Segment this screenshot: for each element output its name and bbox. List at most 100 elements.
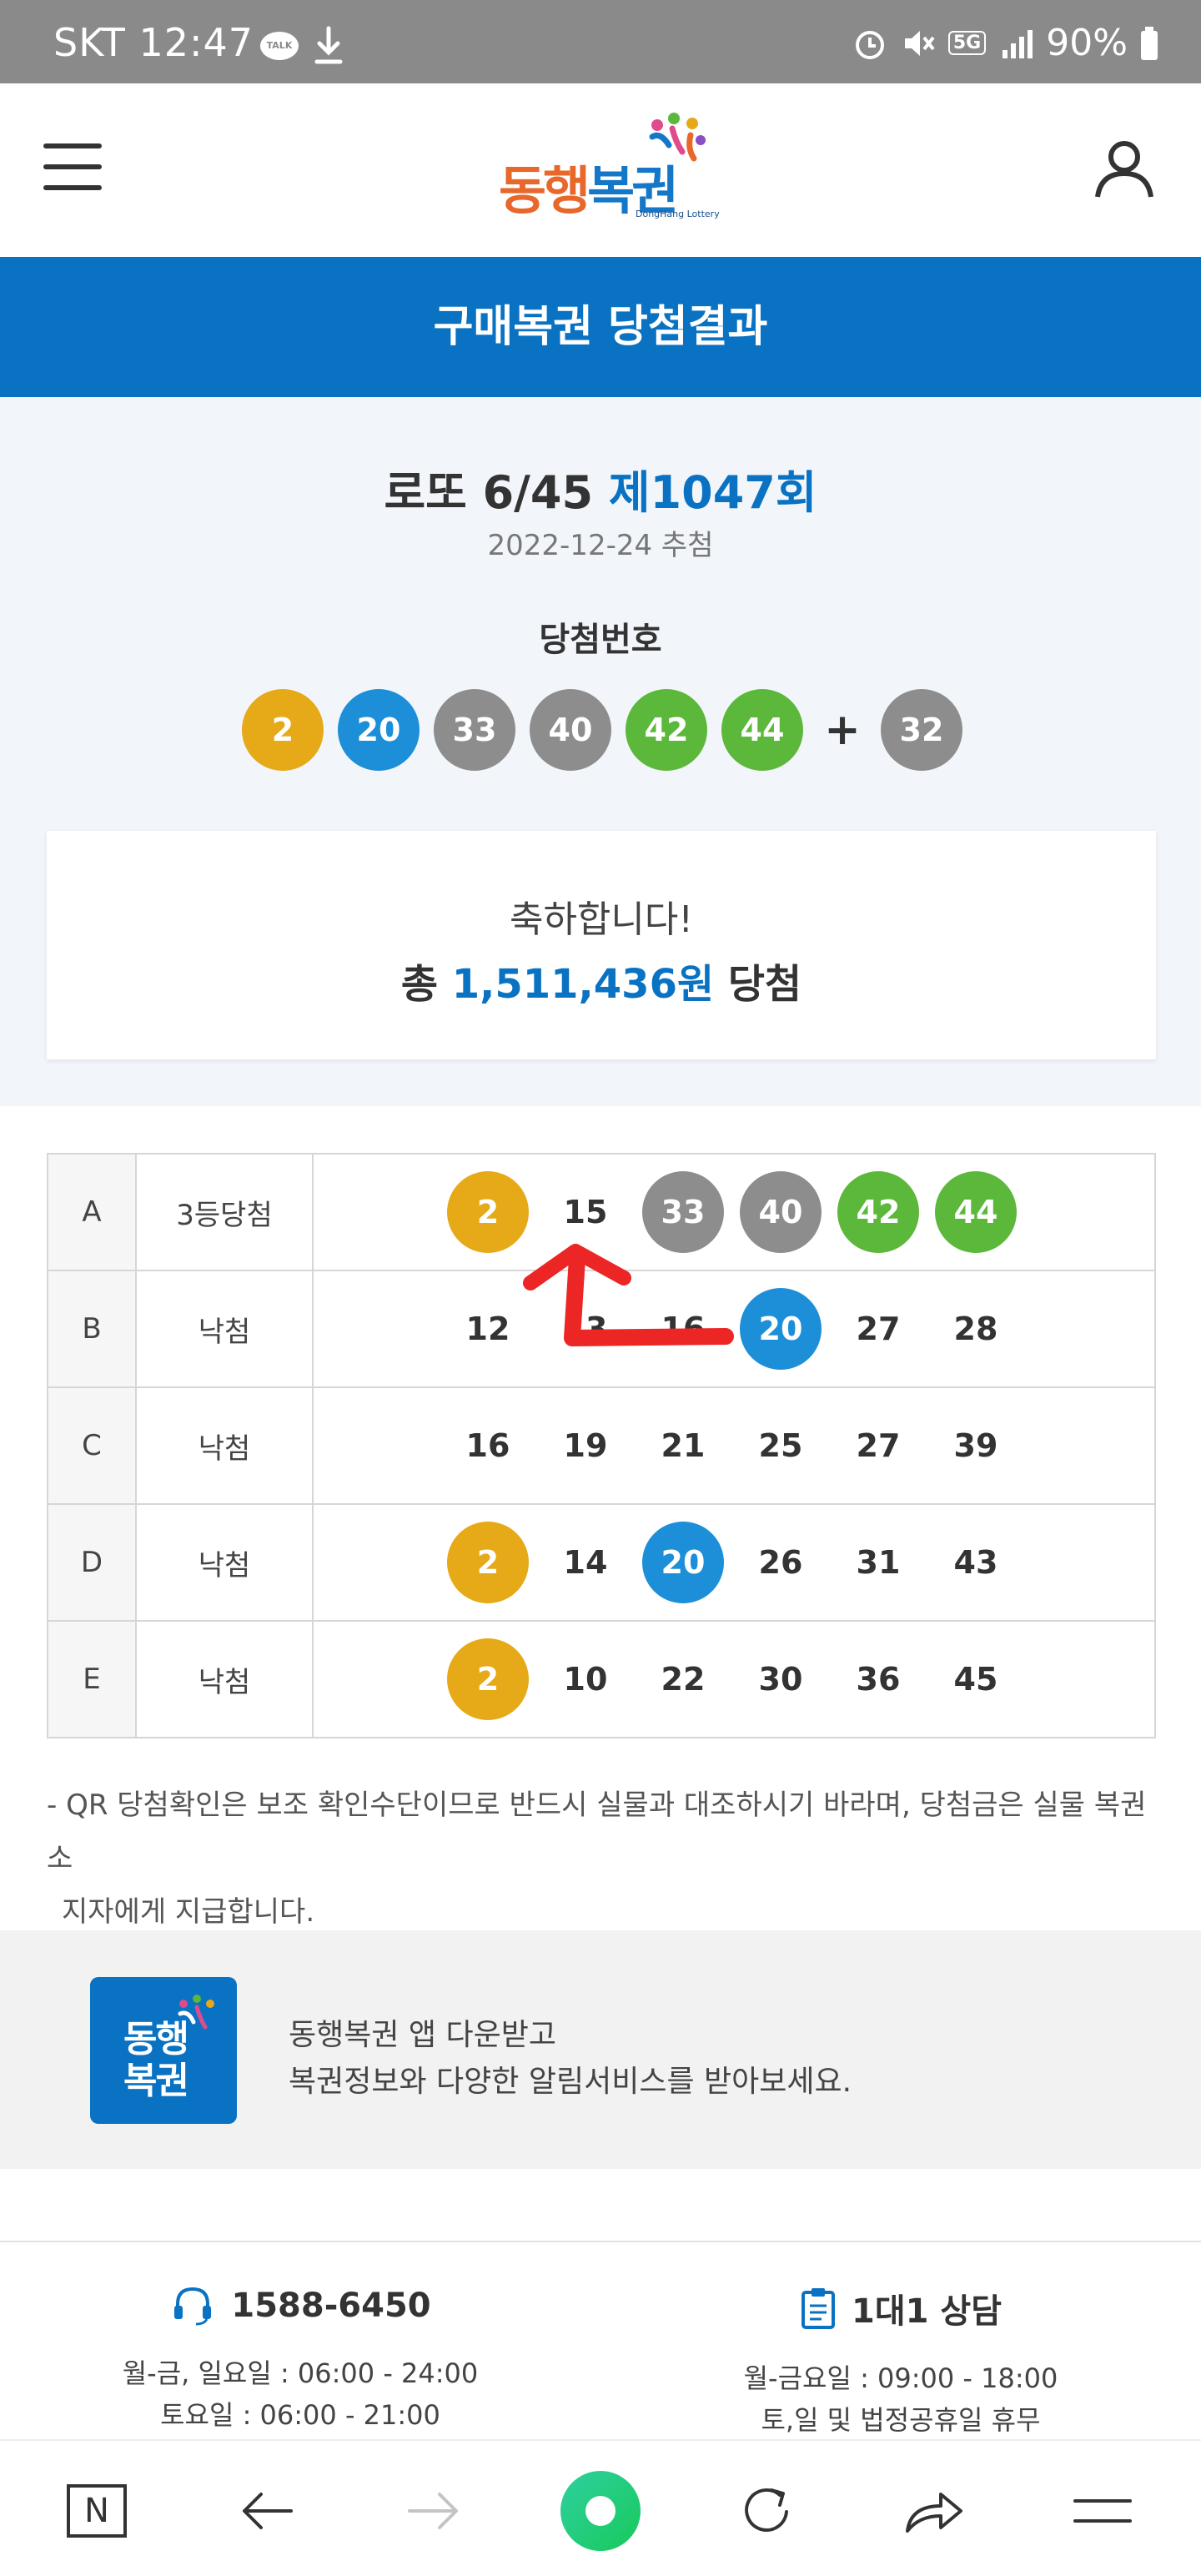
winning-ball: 40	[530, 689, 611, 771]
ticket-number: 2	[447, 1522, 529, 1603]
draw-date: 2022-12-24 추첨	[487, 529, 714, 562]
app-download-banner[interactable]: 동행 복권 동행복권 앱 다운받고 복권정보와 다양한 알림서비스를 받아보세요.	[0, 1930, 1201, 2169]
download-icon	[314, 26, 343, 64]
ticket-number: 10	[563, 1661, 608, 1698]
winning-ball: 42	[626, 689, 707, 771]
game-numbers: 16 19 21 25 27 39	[312, 1386, 1156, 1505]
green-dot-button[interactable]	[559, 2469, 642, 2553]
ticket-number: 2	[447, 1638, 529, 1720]
customer-center: 1588-6450 월-금, 일요일 : 06:00 - 24:00 토요일 :…	[0, 2241, 1201, 2439]
ticket-number: 22	[661, 1661, 706, 1698]
ticket-number: 30	[758, 1661, 803, 1698]
table-row: E 낙첨 2 10 22 30 36 45	[47, 1620, 1156, 1738]
browser-bottom-nav: N	[0, 2439, 1201, 2576]
ticket-table: A 3등당첨 2 15 33 40 42 44 B 낙첨 12 13 16 20…	[47, 1153, 1156, 1738]
game-result: 낙첨	[135, 1270, 314, 1388]
hamburger-menu-icon[interactable]	[43, 143, 102, 194]
alarm-icon	[855, 30, 884, 59]
chat-label: 1대1 상담	[852, 2292, 1002, 2331]
headset-icon	[174, 2287, 212, 2326]
ticket-number: 15	[563, 1194, 608, 1230]
ticket-number: 14	[563, 1544, 608, 1581]
phone-hours: 토요일 : 06:00 - 21:00	[160, 2399, 440, 2431]
user-profile-icon[interactable]	[1091, 135, 1158, 202]
winning-numbers-label: 당첨번호	[539, 621, 662, 659]
signal-icon	[1003, 29, 1033, 58]
ticket-number: 21	[661, 1427, 706, 1464]
game-label: A	[47, 1153, 137, 1271]
network-5g-icon: 5G	[947, 31, 987, 55]
game-numbers: 2 15 33 40 42 44	[312, 1153, 1156, 1271]
qr-notice: - QR 당첨확인은 보조 확인수단이므로 반드시 실물과 대조하시기 바라며,…	[47, 1789, 1147, 1929]
table-row: C 낙첨 16 19 21 25 27 39	[47, 1386, 1156, 1505]
ticket-number: 13	[563, 1311, 608, 1347]
ticket-number: 20	[642, 1522, 724, 1603]
share-arrow-icon	[906, 2493, 962, 2533]
game-numbers: 2 10 22 30 36 45	[312, 1620, 1156, 1738]
prize-amount: 1,511,436원	[451, 961, 715, 1008]
congrats-message: 축하합니다!	[509, 898, 694, 941]
game-label: E	[47, 1620, 137, 1738]
ticket-number: 31	[856, 1544, 901, 1581]
game-label: D	[47, 1503, 137, 1622]
winning-ball: 20	[338, 689, 420, 771]
table-row: B 낙첨 12 13 16 20 27 28	[47, 1270, 1156, 1388]
ticket-number: 25	[758, 1427, 803, 1464]
ticket-number: 19	[563, 1427, 608, 1464]
ticket-number: 12	[465, 1311, 510, 1347]
game-label: C	[47, 1386, 137, 1505]
game-result: 3등당첨	[135, 1153, 314, 1271]
green-dot-icon	[560, 2471, 641, 2551]
ticket-number: 2	[447, 1171, 529, 1253]
forward-arrow-icon	[408, 2493, 458, 2529]
game-numbers: 12 13 16 20 27 28	[312, 1270, 1156, 1388]
back-button[interactable]	[225, 2469, 309, 2553]
battery-percent: 90%	[1046, 22, 1128, 64]
ticket-number: 42	[837, 1171, 919, 1253]
status-bar: SKT 12:47 TALK 5G 90%	[0, 0, 1201, 83]
clipboard-icon	[802, 2288, 835, 2329]
ticket-number: 28	[953, 1311, 998, 1347]
congrats-card: 축하합니다! 총 1,511,436원 당첨	[47, 831, 1156, 1059]
chat-hours: 토,일 및 법정공휴일 휴무	[761, 2404, 1041, 2436]
forward-button[interactable]	[392, 2469, 475, 2553]
app-icon: 동행 복권	[90, 1977, 237, 2124]
naver-home-button[interactable]: N	[55, 2469, 138, 2553]
ticket-number: 44	[935, 1171, 1017, 1253]
game-label: B	[47, 1270, 137, 1388]
game-result: 낙첨	[135, 1386, 314, 1505]
winning-numbers: 2 20 33 40 42 44 + 32	[242, 689, 977, 771]
game-result: 낙첨	[135, 1503, 314, 1622]
winning-ball: 2	[242, 689, 324, 771]
table-row: A 3등당첨 2 15 33 40 42 44	[47, 1153, 1156, 1271]
phone-contact[interactable]: 1588-6450 월-금, 일요일 : 06:00 - 24:00 토요일 :…	[0, 2284, 600, 2436]
share-button[interactable]	[892, 2469, 976, 2553]
ticket-number: 40	[740, 1171, 822, 1253]
kakaotalk-notification-icon: TALK	[260, 32, 299, 60]
ticket-number: 26	[758, 1544, 803, 1581]
ticket-number: 27	[856, 1427, 901, 1464]
site-header: 동행복권 DongHang Lottery	[0, 83, 1201, 257]
chat-hours: 월-금요일 : 09:00 - 18:00	[743, 2362, 1058, 2394]
ticket-number: 33	[642, 1171, 724, 1253]
ticket-number: 36	[856, 1661, 901, 1698]
app-promo-text: 동행복권 앱 다운받고 복권정보와 다양한 알림서비스를 받아보세요.	[289, 2018, 852, 2099]
back-arrow-icon	[243, 2493, 293, 2529]
mute-icon	[904, 30, 935, 56]
donghang-logo[interactable]: 동행복권 DongHang Lottery	[499, 112, 720, 229]
logo-subtitle: DongHang Lottery	[636, 209, 720, 219]
table-row: D 낙첨 2 14 20 26 31 43	[47, 1503, 1156, 1622]
refresh-button[interactable]	[726, 2469, 809, 2553]
winning-ball: 44	[721, 689, 803, 771]
game-numbers: 2 14 20 26 31 43	[312, 1503, 1156, 1622]
naver-n-icon: N	[67, 2484, 127, 2538]
refresh-icon	[745, 2488, 788, 2532]
browser-menu-button[interactable]	[1061, 2469, 1144, 2553]
bonus-ball: 32	[881, 689, 962, 771]
page-title-banner: 구매복권 당첨결과	[0, 257, 1201, 397]
game-result: 낙첨	[135, 1620, 314, 1738]
ticket-number: 43	[953, 1544, 998, 1581]
phone-hours: 월-금, 일요일 : 06:00 - 24:00	[122, 2357, 479, 2389]
chat-contact[interactable]: 1대1 상담 월-금요일 : 09:00 - 18:00 토,일 및 법정공휴일…	[600, 2284, 1201, 2441]
battery-icon	[1141, 26, 1158, 60]
